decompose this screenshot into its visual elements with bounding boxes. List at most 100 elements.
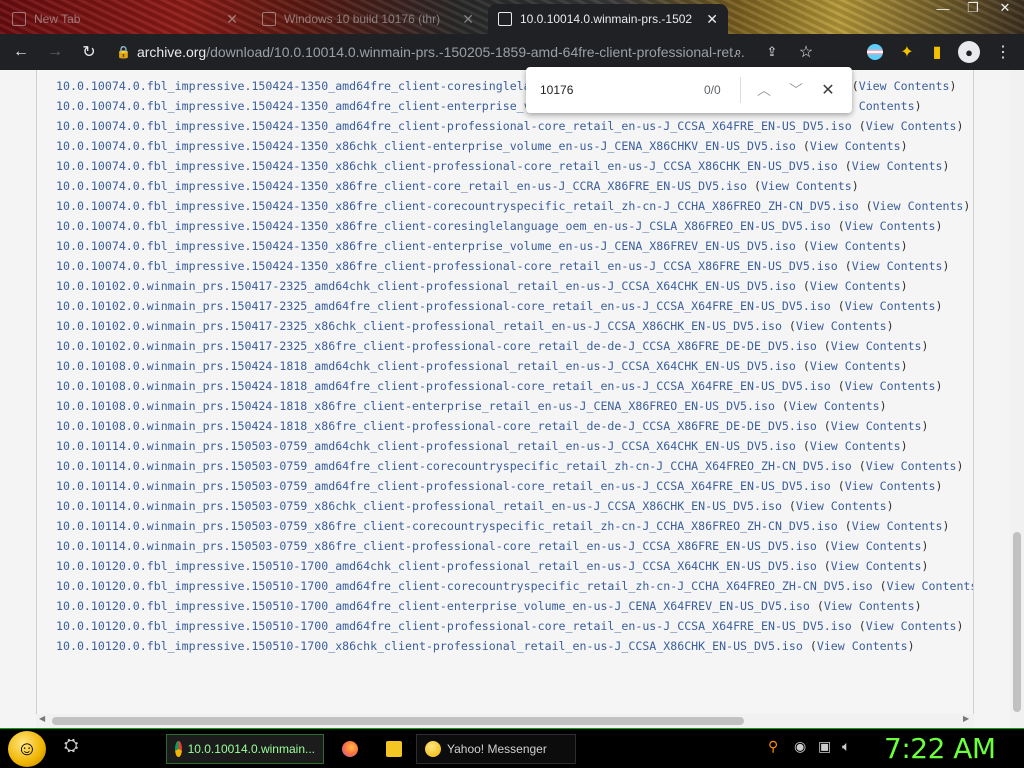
view-contents-link[interactable]: View Contents [831,559,922,573]
paren-close: ) [900,439,908,453]
view-contents-link[interactable]: View Contents [852,519,943,533]
view-contents-link[interactable]: View Contents [810,279,901,293]
iso-file-link[interactable]: 10.0.10120.0.fbl_impressive.150510-1700_… [56,599,810,613]
iso-file-link[interactable]: 10.0.10074.0.fbl_impressive.150424-1350_… [56,259,838,273]
view-contents-link[interactable]: View Contents [831,339,922,353]
view-contents-link[interactable]: View Contents [866,459,957,473]
iso-file-link[interactable]: 10.0.10114.0.winmain_prs.150503-0759_x86… [56,539,817,553]
iso-file-link[interactable]: 10.0.10108.0.winmain_prs.150424-1818_amd… [56,379,831,393]
quicklaunch-satellite-icon[interactable]: ⛭ [64,735,78,756]
find-previous-icon[interactable]: ︿ [752,78,776,102]
vertical-scroll-thumb[interactable] [1013,532,1021,712]
view-contents-link[interactable]: View Contents [845,219,936,233]
taskbar-item-chrome[interactable]: 10.0.10014.0.winmain... [166,734,324,764]
iso-file-link[interactable]: 10.0.10120.0.fbl_impressive.150510-1700_… [56,619,852,633]
taskbar-item-yahoo-messenger[interactable]: Yahoo! Messenger [416,734,576,764]
view-contents-link[interactable]: View Contents [817,639,908,653]
share-icon[interactable]: ⇪ [757,37,787,67]
view-contents-link[interactable]: View Contents [824,599,915,613]
view-contents-link[interactable]: View Contents [810,439,901,453]
url-text[interactable]: archive.org/download/10.0.10014.0.winmai… [137,44,752,60]
close-window-icon[interactable]: ✕ [990,0,1020,16]
tab-close-icon[interactable]: ✕ [706,11,718,28]
maximize-icon[interactable]: ❐ [958,0,988,16]
view-contents-link[interactable]: View Contents [845,299,936,313]
scroll-left-icon[interactable]: ◀ [39,714,45,723]
scroll-right-icon[interactable]: ▶ [963,714,969,723]
view-contents-link[interactable]: View Contents [831,539,922,553]
iso-file-link[interactable]: 10.0.10074.0.fbl_impressive.150424-1350_… [56,159,838,173]
iso-file-link[interactable]: 10.0.10074.0.fbl_impressive.150424-1350_… [56,119,852,133]
iso-file-link[interactable]: 10.0.10120.0.fbl_impressive.150510-1700_… [56,559,817,573]
view-contents-link[interactable]: View Contents [873,199,964,213]
start-button-smiley-icon[interactable]: ☺ [8,731,46,767]
iso-file-link[interactable]: 10.0.10074.0.fbl_impressive.150424-1350_… [56,179,747,193]
iso-file-link[interactable]: 10.0.10102.0.winmain_prs.150417-2325_x86… [56,339,817,353]
tab-new-tab[interactable]: New Tab ✕ [2,4,248,34]
iso-file-link[interactable]: 10.0.10120.0.fbl_impressive.150510-1700_… [56,579,873,593]
iso-file-link[interactable]: 10.0.10074.0.fbl_impressive.150424-1350_… [56,219,831,233]
menu-kebab-icon[interactable]: ⋮ [988,37,1018,67]
iso-file-link[interactable]: 10.0.10102.0.winmain_prs.150417-2325_amd… [56,279,796,293]
view-contents-link[interactable]: View Contents [887,579,973,593]
view-contents-link[interactable]: View Contents [761,179,852,193]
iso-file-link[interactable]: 10.0.10108.0.winmain_prs.150424-1818_amd… [56,359,796,373]
tray-status-icon[interactable]: ◉ [794,738,806,755]
view-contents-link[interactable]: View Contents [796,499,887,513]
lens-search-icon[interactable]: ⌕ [723,37,753,67]
view-contents-link[interactable]: View Contents [845,479,936,493]
find-close-icon[interactable]: ✕ [816,78,840,102]
iso-file-link[interactable]: 10.0.10114.0.winmain_prs.150503-0759_amd… [56,439,796,453]
tray-volume-icon[interactable]: 🔈︎ [842,738,850,755]
address-bar[interactable]: 🔒 archive.org/download/10.0.10014.0.winm… [111,37,821,67]
back-icon[interactable]: ← [6,37,36,67]
taskbar-item-firefox[interactable] [334,734,366,764]
view-contents-link[interactable]: View Contents [789,399,880,413]
view-contents-link[interactable]: View Contents [852,159,943,173]
iso-file-link[interactable]: 10.0.10074.0.fbl_impressive.150424-1350_… [56,239,796,253]
side-panel-icon[interactable]: ▮ [922,37,952,67]
bookmark-star-icon[interactable]: ☆ [791,37,821,67]
iso-file-link[interactable]: 10.0.10108.0.winmain_prs.150424-1818_x86… [56,419,817,433]
horizontal-scroll-thumb[interactable] [52,717,744,725]
taskbar-item-folder[interactable] [378,734,410,764]
profile-flag-icon[interactable] [860,37,890,67]
view-contents-link[interactable]: View Contents [810,139,901,153]
view-contents-link[interactable]: View Contents [859,79,950,93]
tab-archive-active[interactable]: 10.0.10014.0.winmain-prs.-15020 ✕ [488,4,728,34]
view-contents-link[interactable]: View Contents [831,419,922,433]
view-contents-link[interactable]: View Contents [810,359,901,373]
find-next-icon[interactable]: ﹀ [784,78,808,102]
reload-icon[interactable]: ↻ [74,37,104,67]
tab-close-icon[interactable]: ✕ [462,11,474,28]
tray-search-icon[interactable]: ⚲ [768,738,778,755]
lock-icon[interactable]: 🔒 [116,45,131,59]
iso-file-link[interactable]: 10.0.10114.0.winmain_prs.150503-0759_amd… [56,479,831,493]
view-contents-link[interactable]: View Contents [810,239,901,253]
iso-file-link[interactable]: 10.0.10114.0.winmain_prs.150503-0759_x86… [56,519,838,533]
view-contents-link[interactable]: View Contents [866,619,957,633]
view-contents-link[interactable]: View Contents [866,119,957,133]
find-input[interactable]: 10176 [540,83,573,97]
tray-network-icon[interactable]: ▣ [818,738,831,755]
taskbar-clock[interactable]: 7:22 AM [884,732,996,765]
view-contents-link[interactable]: View Contents [852,259,943,273]
view-contents-link[interactable]: View Contents [845,379,936,393]
horizontal-scrollbar[interactable]: ◀ ▶ [36,714,974,728]
iso-file-link[interactable]: 10.0.10120.0.fbl_impressive.150510-1700_… [56,639,803,653]
tab-close-icon[interactable]: ✕ [226,11,238,28]
tab-windows-10-build[interactable]: Windows 10 build 10176 (thr) ✕ [252,4,484,34]
iso-file-link[interactable]: 10.0.10102.0.winmain_prs.150417-2325_amd… [56,299,831,313]
extensions-puzzle-icon[interactable]: ✦ [892,37,922,67]
iso-file-link[interactable]: 10.0.10108.0.winmain_prs.150424-1818_x86… [56,399,775,413]
iso-file-link[interactable]: 10.0.10114.0.winmain_prs.150503-0759_x86… [56,499,782,513]
iso-file-link[interactable]: 10.0.10114.0.winmain_prs.150503-0759_amd… [56,459,852,473]
vertical-scrollbar[interactable] [1010,70,1024,728]
iso-file-link[interactable]: 10.0.10074.0.fbl_impressive.150424-1350_… [56,139,796,153]
profile-avatar[interactable]: ● [954,37,984,67]
minimize-icon[interactable]: — [928,0,958,16]
forward-icon[interactable]: → [40,37,70,67]
iso-file-link[interactable]: 10.0.10102.0.winmain_prs.150417-2325_x86… [56,319,782,333]
view-contents-link[interactable]: View Contents [796,319,887,333]
iso-file-link[interactable]: 10.0.10074.0.fbl_impressive.150424-1350_… [56,199,859,213]
